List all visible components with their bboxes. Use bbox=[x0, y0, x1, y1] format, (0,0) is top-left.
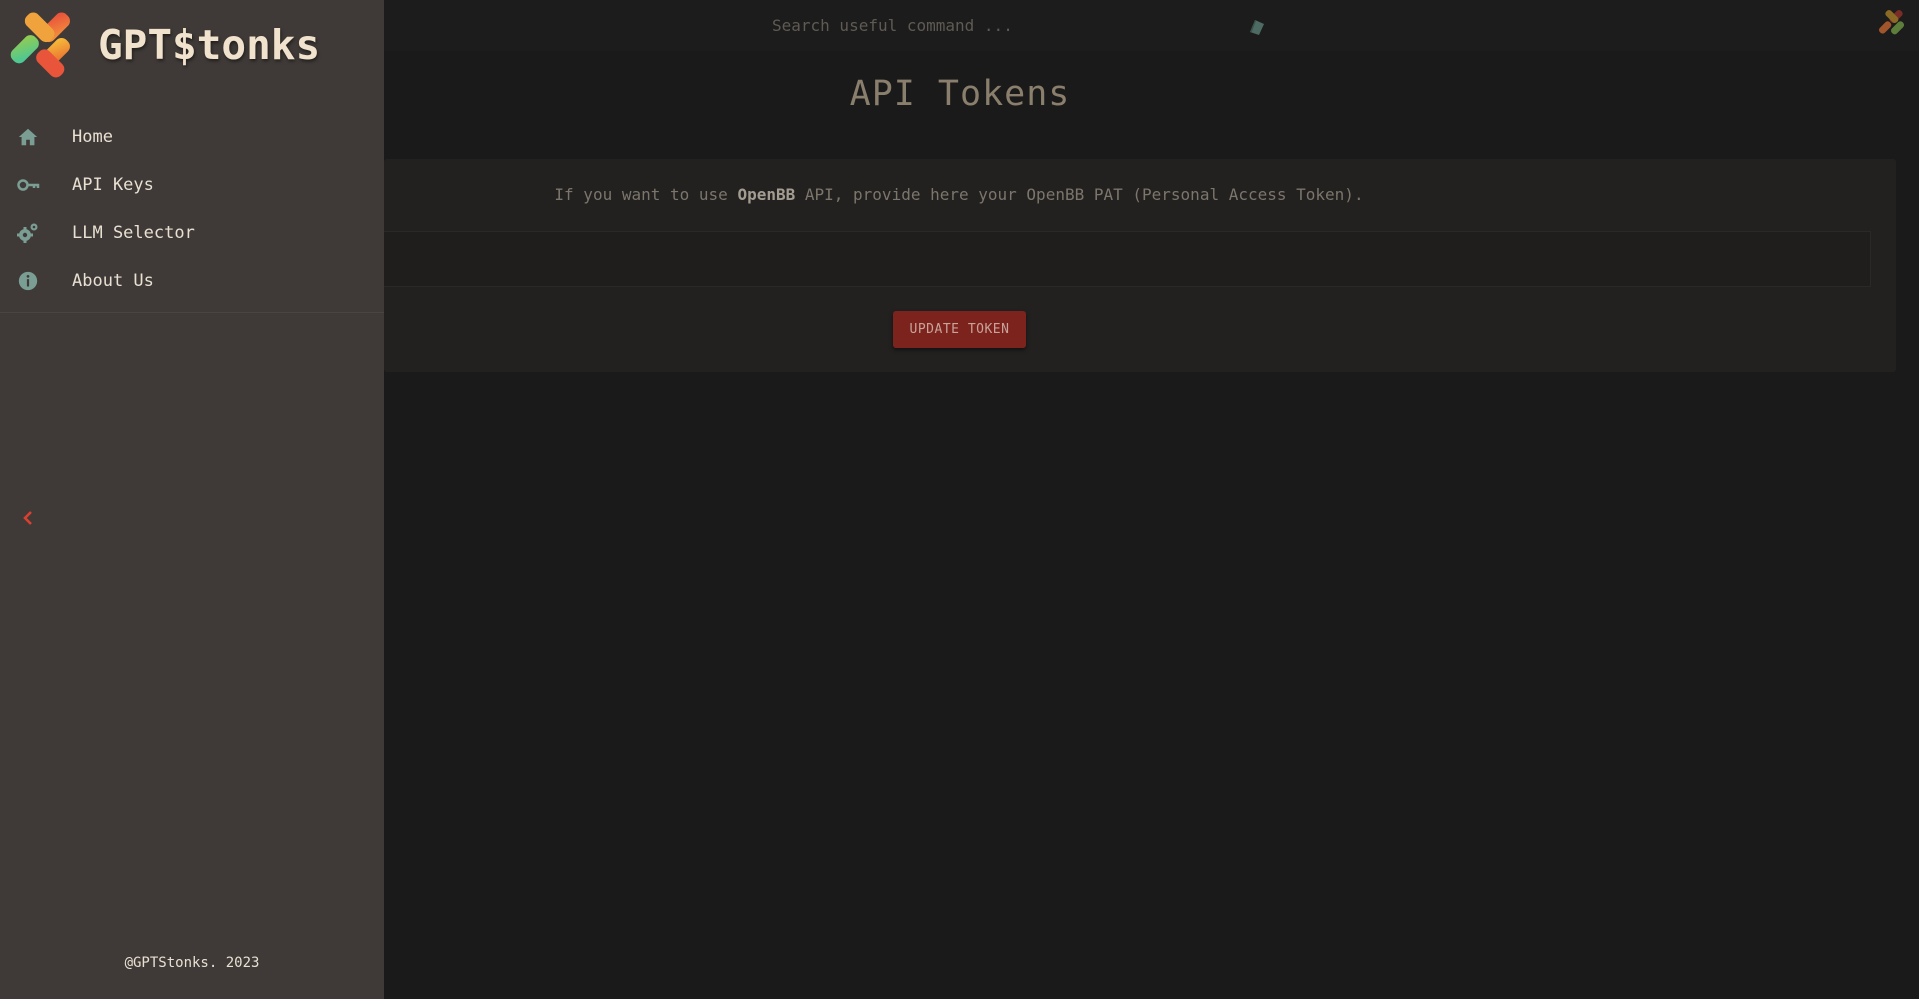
app-logo-icon[interactable] bbox=[1875, 6, 1913, 44]
info-icon bbox=[14, 267, 42, 295]
search-input[interactable] bbox=[760, 9, 1260, 41]
chevron-left-icon bbox=[22, 510, 34, 529]
api-token-card: If you want to use OpenBB API, provide h… bbox=[384, 159, 1896, 372]
home-icon bbox=[14, 123, 42, 151]
brand-logo-icon bbox=[8, 7, 84, 83]
sidebar-item-label: API Keys bbox=[72, 175, 154, 195]
sidebar-item-home[interactable]: Home bbox=[0, 113, 384, 161]
sidebar-item-about-us[interactable]: About Us bbox=[0, 257, 384, 305]
send-icon[interactable] bbox=[1246, 15, 1268, 37]
sidebar-item-llm-selector[interactable]: LLM Selector bbox=[0, 209, 384, 257]
page-title: API Tokens bbox=[849, 74, 1071, 114]
sidebar-item-api-keys[interactable]: API Keys bbox=[0, 161, 384, 209]
token-description: If you want to use OpenBB API, provide h… bbox=[554, 185, 1364, 204]
brand-name: GPT$tonks bbox=[98, 21, 321, 69]
update-token-button[interactable]: UPDATE TOKEN bbox=[893, 311, 1026, 348]
sidebar-item-label: LLM Selector bbox=[72, 223, 195, 243]
sidebar: GPT$tonks Home API Keys LLM Selector Abo… bbox=[0, 0, 384, 999]
collapse-sidebar-button[interactable] bbox=[17, 506, 39, 532]
brand[interactable]: GPT$tonks bbox=[8, 8, 320, 82]
sidebar-item-label: Home bbox=[72, 127, 113, 147]
openbb-label: OpenBB bbox=[737, 185, 796, 204]
gears-icon bbox=[14, 219, 42, 247]
key-icon bbox=[14, 171, 42, 199]
sidebar-item-label: About Us bbox=[72, 271, 154, 291]
sidebar-footer: @GPTStonks. 2023 bbox=[124, 955, 260, 971]
sidebar-nav: Home API Keys LLM Selector About Us bbox=[0, 113, 384, 313]
openbb-token-input[interactable] bbox=[384, 231, 1871, 287]
search-bar bbox=[760, 9, 1280, 41]
